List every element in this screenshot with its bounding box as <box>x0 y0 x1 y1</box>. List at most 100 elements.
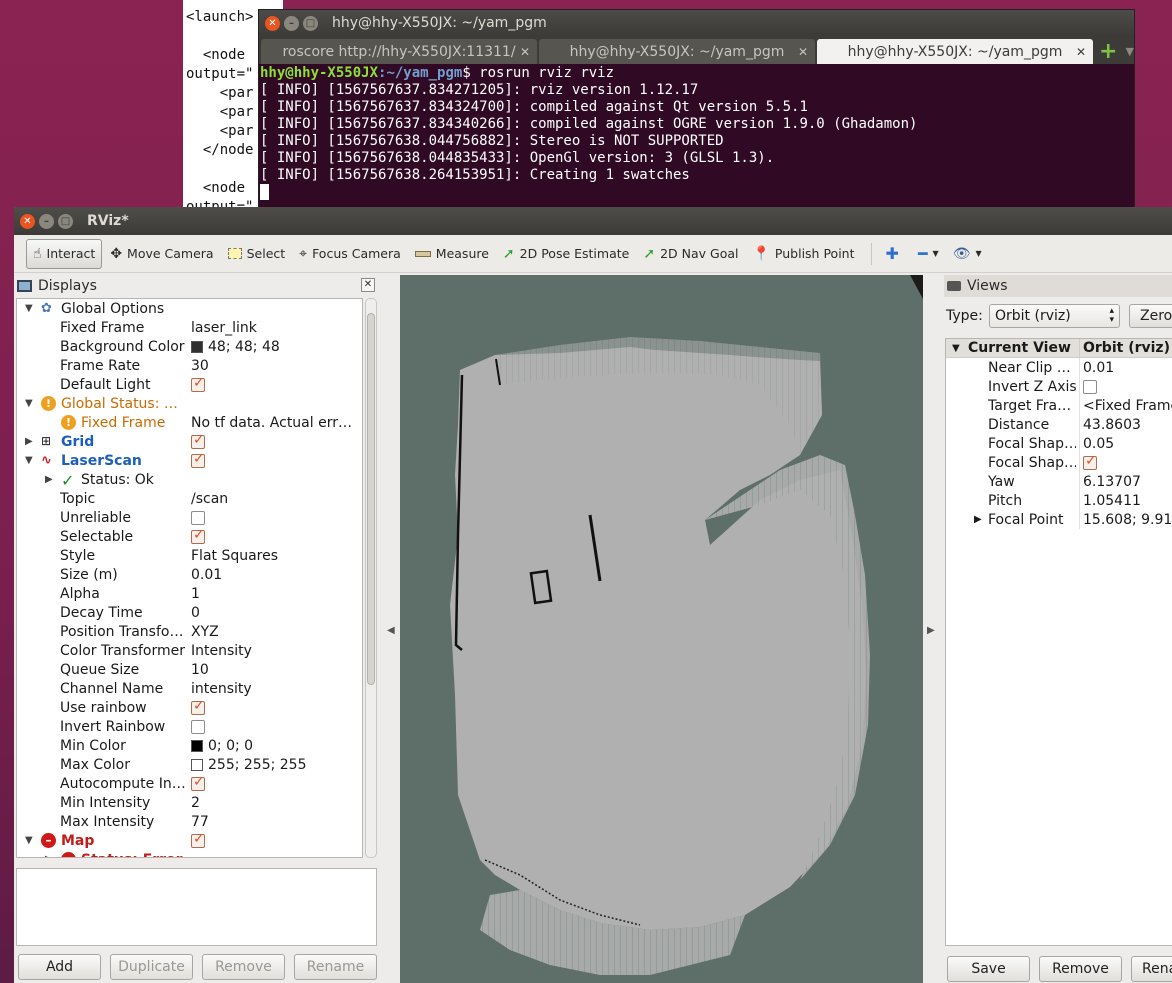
display-value-cell[interactable] <box>191 719 362 734</box>
scrollbar-thumb[interactable] <box>367 313 375 685</box>
display-value-cell[interactable] <box>191 453 362 468</box>
display-property-value[interactable]: 2 <box>191 795 200 811</box>
display-tree-row[interactable]: Frame Rate 30 <box>17 356 362 375</box>
display-value-cell[interactable] <box>191 700 362 715</box>
expanded-arrow-icon[interactable]: ▼ <box>952 343 960 354</box>
display-property-value[interactable]: 10 <box>191 662 209 678</box>
display-property-value[interactable]: 0; 0; 0 <box>208 738 253 754</box>
display-property-value[interactable]: 0.01 <box>191 567 222 583</box>
3d-render-viewport[interactable] <box>400 275 923 983</box>
display-tree-row[interactable]: Min Intensity 2 <box>17 793 362 812</box>
maximize-icon[interactable]: □ <box>58 213 73 229</box>
close-tab-icon[interactable]: ✕ <box>1076 45 1086 59</box>
view-value-cell[interactable]: 15.608; 9.9105; 0 <box>1083 512 1172 528</box>
display-tree-row[interactable]: ▼! Global Status: … <box>17 394 362 413</box>
display-property-value[interactable]: 30 <box>191 358 209 374</box>
display-value-cell[interactable]: 48; 48; 48 <box>191 339 362 355</box>
collapse-left-icon[interactable]: ◀ <box>387 625 395 636</box>
expanded-arrow-icon[interactable]: ▼ <box>25 835 33 846</box>
display-tree-row[interactable]: Position Transfo… XYZ <box>17 622 362 641</box>
display-value-cell[interactable]: /scan <box>191 491 362 507</box>
terminal-tab-3[interactable]: hhy@hhy-X550JX: ~/yam_pgm ✕ <box>817 39 1093 64</box>
view-property-row[interactable]: Focal Shap… <box>946 453 1172 472</box>
display-tree-row[interactable]: Channel Name intensity <box>17 679 362 698</box>
focal-shape-checkbox[interactable] <box>1083 453 1097 470</box>
current-view-header-row[interactable]: ▼ Current View Orbit (rviz) <box>946 339 1172 358</box>
close-icon[interactable]: ✕ <box>20 213 35 229</box>
view-property-row[interactable]: Invert Z Axis <box>946 377 1172 396</box>
disabled-checkbox[interactable] <box>191 510 205 525</box>
display-property-value[interactable]: 0 <box>191 605 200 621</box>
collapse-right-icon[interactable]: ▶ <box>927 625 935 636</box>
disabled-checkbox[interactable] <box>191 719 205 734</box>
tab-menu-chevron-icon[interactable]: ▼ <box>1125 39 1133 64</box>
terminal-tab-roscore[interactable]: roscore http://hhy-X550JX:11311/ ✕ <box>261 39 537 64</box>
remove-view-button[interactable]: Remove <box>1039 956 1122 982</box>
display-tree-row[interactable]: Background Color 48; 48; 48 <box>17 337 362 356</box>
enabled-checkbox[interactable] <box>191 776 205 791</box>
view-type-select[interactable]: Orbit (rviz) ▴ ▾ <box>989 304 1120 328</box>
display-tree-row[interactable]: ▶ –Status: Error <box>17 850 362 857</box>
view-property-value[interactable]: 6.13707 <box>1083 474 1141 490</box>
display-tree-row[interactable]: Fixed Frame laser_link <box>17 318 362 337</box>
view-property-value[interactable]: 0.01 <box>1083 360 1114 376</box>
close-tab-icon[interactable]: ✕ <box>798 45 808 59</box>
display-property-value[interactable]: /scan <box>191 491 228 507</box>
maximize-icon[interactable]: □ <box>303 15 318 31</box>
panels-tool-button[interactable]: 👁 ▼ <box>947 239 988 269</box>
view-property-value[interactable]: 0.05 <box>1083 436 1114 452</box>
view-property-value[interactable]: <Fixed Frame> <box>1083 398 1172 414</box>
invert-z-checkbox[interactable] <box>1083 379 1097 394</box>
move-camera-tool-button[interactable]: ✥ Move Camera <box>104 239 219 269</box>
display-value-cell[interactable] <box>191 776 362 791</box>
display-tree-row[interactable]: Max Color 255; 255; 255 <box>17 755 362 774</box>
minimize-icon[interactable]: – <box>39 213 54 229</box>
color-swatch[interactable] <box>191 340 203 353</box>
interact-tool-button[interactable]: ☝ Interact <box>26 238 103 269</box>
rviz-window[interactable]: ✕ – □ RViz* ☝ Interact ✥ Move Camera Selec… <box>14 207 1172 983</box>
display-value-cell[interactable]: 0.01 <box>191 567 362 583</box>
display-tree-row[interactable]: ▼ ∿ LaserScan <box>17 451 362 470</box>
display-value-cell[interactable]: intensity <box>191 681 362 697</box>
display-tree-row[interactable]: ▶ ⊞ Grid <box>17 432 362 451</box>
add-display-button[interactable]: Add <box>18 954 101 980</box>
display-tree-row[interactable]: Alpha 1 <box>17 584 362 603</box>
expanded-arrow-icon[interactable]: ▼ <box>25 398 33 409</box>
enabled-checkbox[interactable] <box>191 529 205 544</box>
zero-view-button[interactable]: Zero <box>1129 304 1172 328</box>
display-value-cell[interactable] <box>191 510 362 525</box>
view-value-cell[interactable] <box>1083 453 1097 470</box>
select-tool-button[interactable]: Select <box>222 239 292 269</box>
view-value-cell[interactable]: 6.13707 <box>1083 474 1141 490</box>
display-tree-row[interactable]: Use rainbow <box>17 698 362 717</box>
display-property-value[interactable]: 48; 48; 48 <box>208 339 280 355</box>
display-tree-row[interactable]: Style Flat Squares <box>17 546 362 565</box>
displays-tree[interactable]: ▼ ✿ Global Options Fixed Frame laser_link Bac… <box>16 298 363 858</box>
display-tree-row[interactable]: Min Color 0; 0; 0 <box>17 736 362 755</box>
display-value-cell[interactable] <box>191 529 362 544</box>
remove-tool-button[interactable]: ━ ▼ <box>912 239 945 269</box>
collapsed-arrow-icon[interactable]: ▶ <box>45 854 53 857</box>
view-property-row[interactable]: ▶ Focal Point 15.608; 9.9105; 0 <box>946 510 1172 529</box>
display-property-value[interactable]: 1 <box>191 586 200 602</box>
view-value-cell[interactable]: 1.05411 <box>1083 493 1141 509</box>
close-tab-icon[interactable]: ✕ <box>520 45 530 59</box>
display-tree-row[interactable]: ▼ ✿ Global Options <box>17 299 362 318</box>
display-value-cell[interactable]: 77 <box>191 814 362 830</box>
expanded-arrow-icon[interactable]: ▼ <box>25 455 33 466</box>
display-tree-row[interactable]: Unreliable <box>17 508 362 527</box>
display-value-cell[interactable]: 2 <box>191 795 362 811</box>
view-value-cell[interactable]: 0.01 <box>1083 360 1114 376</box>
terminal-output[interactable]: hhy@hhy-X550JX:~/yam_pgm$ rosrun rviz rv… <box>259 64 1134 201</box>
views-property-tree[interactable]: ▼ Current View Orbit (rviz) Near Clip … 0… <box>945 338 1172 946</box>
display-tree-row[interactable]: Color Transformer Intensity <box>17 641 362 660</box>
view-property-value[interactable]: 1.05411 <box>1083 493 1141 509</box>
display-tree-row[interactable]: Size (m) 0.01 <box>17 565 362 584</box>
display-tree-row[interactable]: Selectable <box>17 527 362 546</box>
focus-camera-tool-button[interactable]: ⌖ Focus Camera <box>293 239 407 269</box>
collapsed-arrow-icon[interactable]: ▶ <box>45 474 53 485</box>
expanded-arrow-icon[interactable]: ▼ <box>25 303 33 314</box>
display-tree-row[interactable]: Invert Rainbow <box>17 717 362 736</box>
display-value-cell[interactable]: Intensity <box>191 643 362 659</box>
enabled-checkbox[interactable] <box>191 377 205 392</box>
